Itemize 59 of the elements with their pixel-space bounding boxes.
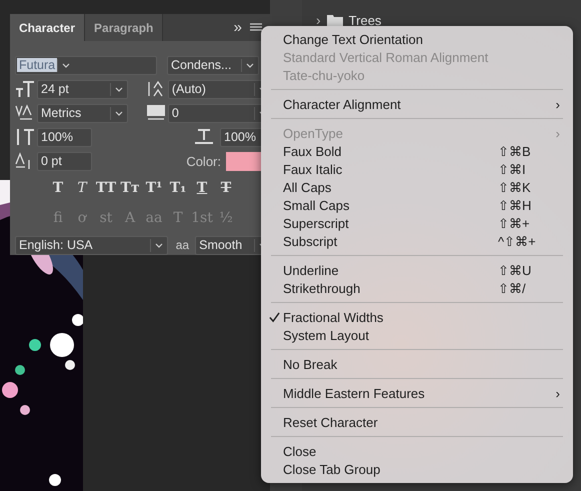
- keyboard-shortcut: ⇧⌘H: [498, 198, 532, 212]
- expand-panels-button[interactable]: »: [234, 19, 242, 36]
- panel-tab[interactable]: Paragraph: [85, 14, 164, 41]
- font-style-dropdown[interactable]: Condens...: [167, 56, 259, 74]
- chevron-down-icon: [62, 62, 70, 68]
- keyboard-shortcut: ⇧⌘K: [498, 180, 532, 194]
- text-style-button[interactable]: T: [47, 180, 69, 196]
- menu-item[interactable]: Fractional Widths: [261, 308, 573, 326]
- color-label: Color:: [186, 154, 221, 168]
- menu-item[interactable]: Close: [261, 442, 573, 460]
- text-style-button[interactable]: TT: [95, 180, 117, 196]
- expand-chevron[interactable]: ›: [316, 12, 321, 28]
- chevron-down-icon: [246, 62, 254, 68]
- font-size-icon: [15, 80, 35, 98]
- checkmark-icon: [269, 312, 280, 323]
- submenu-arrow: ›: [556, 386, 560, 400]
- layer-name[interactable]: Trees: [348, 12, 382, 28]
- chevron-down-icon: [114, 110, 123, 116]
- kerning-icon: [15, 104, 35, 122]
- anti-alias-label: aa: [176, 238, 190, 252]
- keyboard-shortcut: ⇧⌘U: [498, 262, 532, 278]
- menu-item[interactable]: Faux Italic ⇧⌘I: [261, 160, 573, 178]
- kerning-dropdown[interactable]: Metrics: [37, 104, 128, 122]
- keyboard-shortcut: ⇧⌘+: [498, 216, 531, 230]
- menu-item[interactable]: Superscript ⇧⌘+: [261, 214, 573, 232]
- baseline-shift-field[interactable]: 0 pt: [37, 152, 92, 170]
- font-family-dropdown[interactable]: Futura: [15, 56, 157, 74]
- panel-tab[interactable]: Character: [10, 14, 86, 41]
- horizontal-scale-icon: [194, 128, 214, 146]
- menu-item[interactable]: Change Text Orientation: [261, 30, 573, 48]
- menu-item[interactable]: Close Tab Group: [261, 460, 573, 478]
- chevron-down-icon: [154, 242, 163, 248]
- vertical-scale-icon: [15, 128, 35, 146]
- menu-item[interactable]: Reset Character: [261, 413, 573, 431]
- menu-icon[interactable]: [250, 22, 262, 32]
- font-size-dropdown[interactable]: 24 pt: [37, 80, 128, 98]
- text-style-button[interactable]: T: [215, 180, 237, 196]
- keyboard-shortcut: ^⇧⌘+: [498, 234, 537, 248]
- keyboard-shortcut: ⇧⌘B: [498, 144, 532, 158]
- vertical-scale-field[interactable]: 100%: [37, 128, 92, 146]
- menu-item[interactable]: Middle Eastern Features ›: [261, 384, 573, 402]
- text-style-button[interactable]: T: [191, 180, 213, 196]
- menu-item[interactable]: All Caps ⇧⌘K: [261, 178, 573, 196]
- menu-item[interactable]: Small Caps ⇧⌘H: [261, 196, 573, 214]
- chevron-down-icon: [114, 86, 123, 92]
- text-style-button[interactable]: Tт: [119, 180, 141, 196]
- text-style-button[interactable]: T¹: [143, 180, 165, 196]
- submenu-arrow: ›: [556, 126, 560, 140]
- menu-item[interactable]: System Layout: [261, 326, 573, 344]
- menu-item[interactable]: No Break: [261, 355, 573, 373]
- submenu-arrow: ›: [556, 96, 560, 112]
- text-style-button[interactable]: T₁: [167, 180, 189, 196]
- menu-item[interactable]: Strikethrough ⇧⌘/: [261, 279, 573, 297]
- text-style-button[interactable]: T: [71, 180, 93, 196]
- keyboard-shortcut: ⇧⌘I: [498, 162, 527, 176]
- keyboard-shortcut: ⇧⌘/: [498, 280, 527, 296]
- language-dropdown[interactable]: English: USA: [15, 236, 168, 254]
- tracking-icon: [146, 104, 166, 122]
- menu-item[interactable]: Underline ⇧⌘U: [261, 261, 573, 279]
